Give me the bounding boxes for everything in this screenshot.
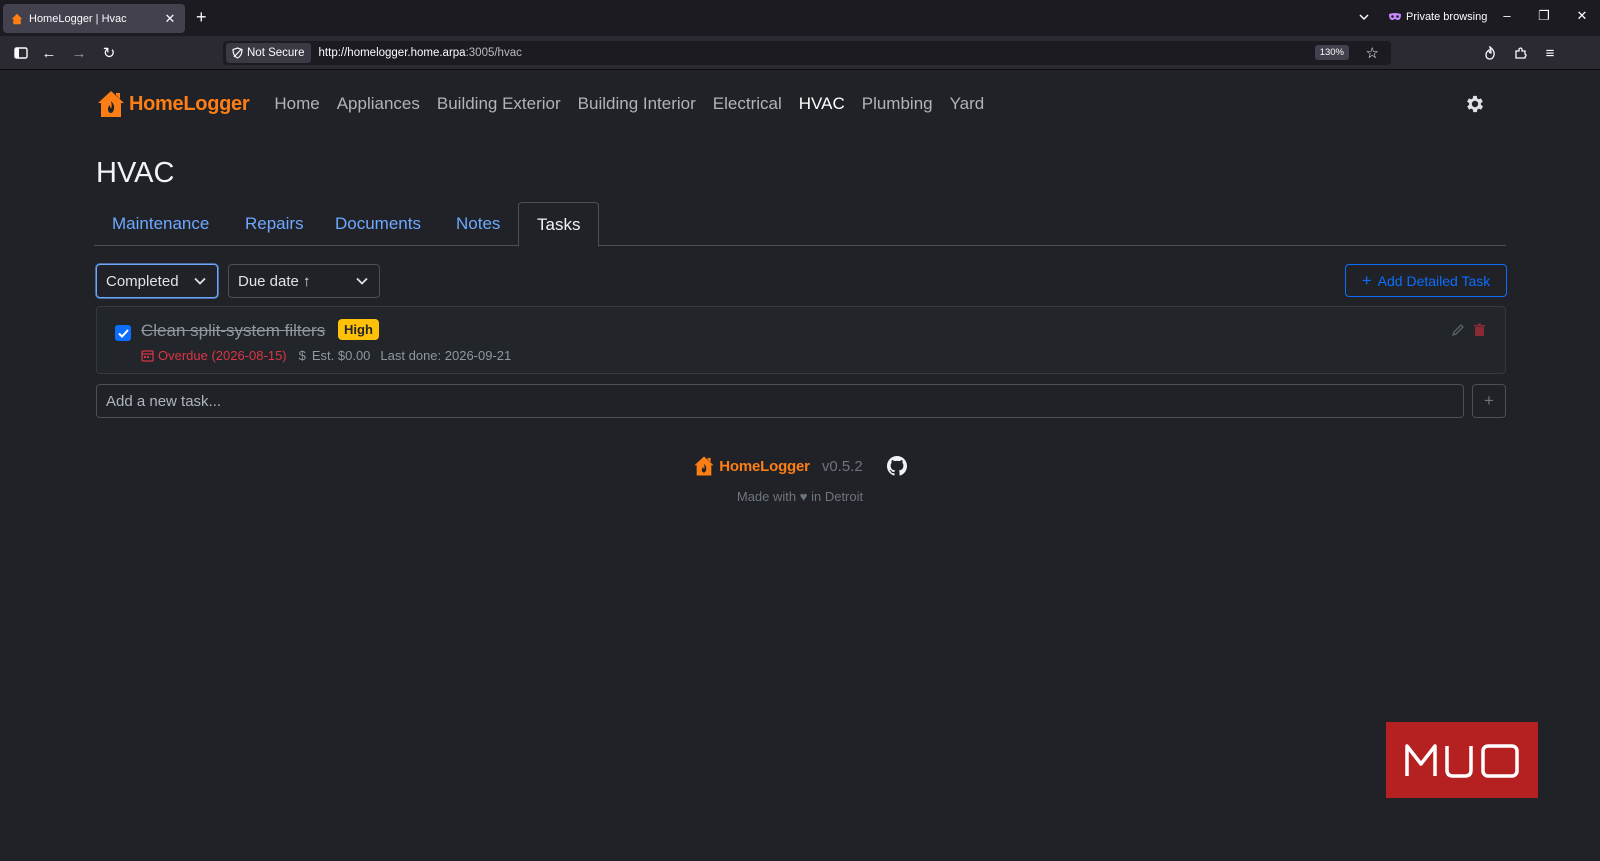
brand-name: HomeLogger: [129, 92, 250, 115]
status-filter-value: Completed: [106, 272, 179, 290]
url-path: :3005/hvac: [465, 47, 522, 59]
task-meta: Overdue (2026-08-15) $ Est. $0.00 Last d…: [141, 348, 511, 363]
settings-gear-icon[interactable]: [1464, 93, 1486, 115]
browser-tab-title: HomeLogger | Hvac: [29, 12, 127, 25]
heart-icon: ♥: [799, 489, 808, 504]
calendar-icon: [141, 350, 154, 362]
task-completed-checkbox[interactable]: [115, 325, 131, 341]
muo-watermark-logo: [1386, 722, 1538, 798]
footer-brand-name: HomeLogger: [719, 457, 810, 475]
house-flame-logo-icon: [694, 456, 714, 476]
task-status-filter-select[interactable]: Completed: [96, 264, 218, 298]
bookmark-star-icon[interactable]: ☆: [1366, 44, 1379, 62]
app-navbar: HomeLogger Home Appliances Building Exte…: [96, 84, 1506, 124]
forward-arrow-icon[interactable]: →: [70, 44, 88, 62]
add-detailed-task-button[interactable]: + Add Detailed Task: [1345, 264, 1507, 297]
nav-appliances[interactable]: Appliances: [337, 94, 420, 114]
browser-tab-strip: HomeLogger | Hvac ✕ + Private browsing –…: [0, 0, 1600, 36]
not-secure-label: Not Secure: [247, 47, 305, 59]
checkmark-icon: [117, 328, 129, 338]
shield-warning-icon: [232, 47, 243, 59]
nav-electrical[interactable]: Electrical: [713, 94, 782, 114]
task-title[interactable]: Clean split-system filters: [141, 321, 325, 341]
site-security-button[interactable]: Not Secure: [226, 43, 311, 63]
chevron-down-icon: [194, 277, 206, 285]
section-tabs: Maintenance Repairs Documents Notes Task…: [94, 202, 1506, 247]
private-browsing-label: Private browsing: [1406, 11, 1488, 23]
footer: HomeLogger v0.5.2 Made with ♥ in Detroit: [0, 455, 1600, 504]
new-task-input[interactable]: [96, 384, 1464, 418]
nav-building-exterior[interactable]: Building Exterior: [437, 94, 561, 114]
address-bar[interactable]: Not Secure http://homelogger.home.arpa:3…: [223, 41, 1391, 65]
private-browsing-indicator: Private browsing: [1388, 11, 1487, 23]
app-menu-hamburger-icon[interactable]: ≡: [1541, 44, 1559, 62]
tab-notes[interactable]: Notes: [438, 202, 518, 246]
credit-suffix: in Detroit: [811, 489, 864, 504]
homelogger-favicon-icon: [11, 13, 23, 24]
browser-tab-active[interactable]: HomeLogger | Hvac ✕: [3, 4, 185, 33]
priority-badge: High: [338, 319, 379, 340]
plus-icon: +: [1484, 391, 1494, 410]
edit-pencil-icon[interactable]: [1451, 323, 1465, 337]
overdue-indicator: Overdue (2026-08-15): [141, 348, 287, 363]
nav-yard[interactable]: Yard: [950, 94, 985, 114]
footer-credit: Made with ♥ in Detroit: [0, 489, 1600, 504]
muo-wordmark: [1405, 744, 1519, 778]
tab-repairs[interactable]: Repairs: [227, 202, 322, 246]
app-version: v0.5.2: [821, 457, 863, 475]
url-text[interactable]: http://homelogger.home.arpa:3005/hvac: [319, 47, 522, 59]
nav-home[interactable]: Home: [274, 94, 319, 114]
nav-plumbing[interactable]: Plumbing: [862, 94, 933, 114]
private-mask-icon: [1389, 13, 1401, 21]
tab-tasks[interactable]: Tasks: [518, 202, 600, 247]
extensions-puzzle-icon[interactable]: [1512, 44, 1530, 62]
tab-maintenance[interactable]: Maintenance: [94, 202, 227, 246]
minimize-window-icon[interactable]: –: [1497, 8, 1517, 23]
chevron-down-icon: [356, 277, 368, 285]
house-flame-logo-icon: [98, 91, 124, 117]
close-tab-icon[interactable]: ✕: [163, 11, 177, 27]
nav-building-interior[interactable]: Building Interior: [578, 94, 696, 114]
dollar-icon: $: [298, 348, 306, 363]
plus-icon: +: [1361, 270, 1372, 290]
restore-window-icon[interactable]: ❐: [1534, 8, 1554, 24]
new-tab-button[interactable]: +: [196, 8, 207, 26]
delete-trash-icon[interactable]: [1473, 323, 1486, 337]
reload-icon[interactable]: ↻: [100, 44, 118, 62]
sort-value: Due date ↑: [238, 272, 311, 290]
zoom-level-badge[interactable]: 130%: [1314, 45, 1349, 60]
task-list-item: Clean split-system filters High Overdue …: [96, 306, 1506, 374]
list-all-tabs-icon[interactable]: [1357, 10, 1371, 24]
add-detailed-task-label: Add Detailed Task: [1377, 272, 1491, 289]
brand-logo[interactable]: HomeLogger: [96, 89, 250, 119]
tab-documents[interactable]: Documents: [317, 202, 439, 246]
overdue-label: Overdue (2026-08-15): [158, 348, 287, 363]
github-icon[interactable]: [886, 456, 907, 476]
firefox-view-icon[interactable]: [1481, 44, 1499, 62]
close-window-icon[interactable]: ✕: [1572, 8, 1592, 24]
add-task-plus-button[interactable]: +: [1472, 384, 1506, 418]
url-host: http://homelogger.home.arpa: [318, 47, 466, 59]
task-estimate: Est. $0.00: [311, 348, 371, 363]
sidebar-toggle-icon[interactable]: [12, 44, 30, 62]
credit-prefix: Made with: [736, 489, 797, 504]
task-last-done: Last done: 2026-09-21: [380, 348, 512, 363]
task-sort-select[interactable]: Due date ↑: [228, 264, 380, 298]
footer-brand: HomeLogger v0.5.2: [0, 455, 1600, 477]
page-title: HVAC: [96, 157, 175, 189]
browser-navigation-bar: ← → ↻ Not Secure http://homelogger.home.…: [0, 36, 1600, 70]
nav-hvac[interactable]: HVAC: [799, 94, 845, 114]
main-menu: Home Appliances Building Exterior Buildi…: [274, 94, 984, 114]
back-arrow-icon[interactable]: ←: [40, 44, 58, 62]
